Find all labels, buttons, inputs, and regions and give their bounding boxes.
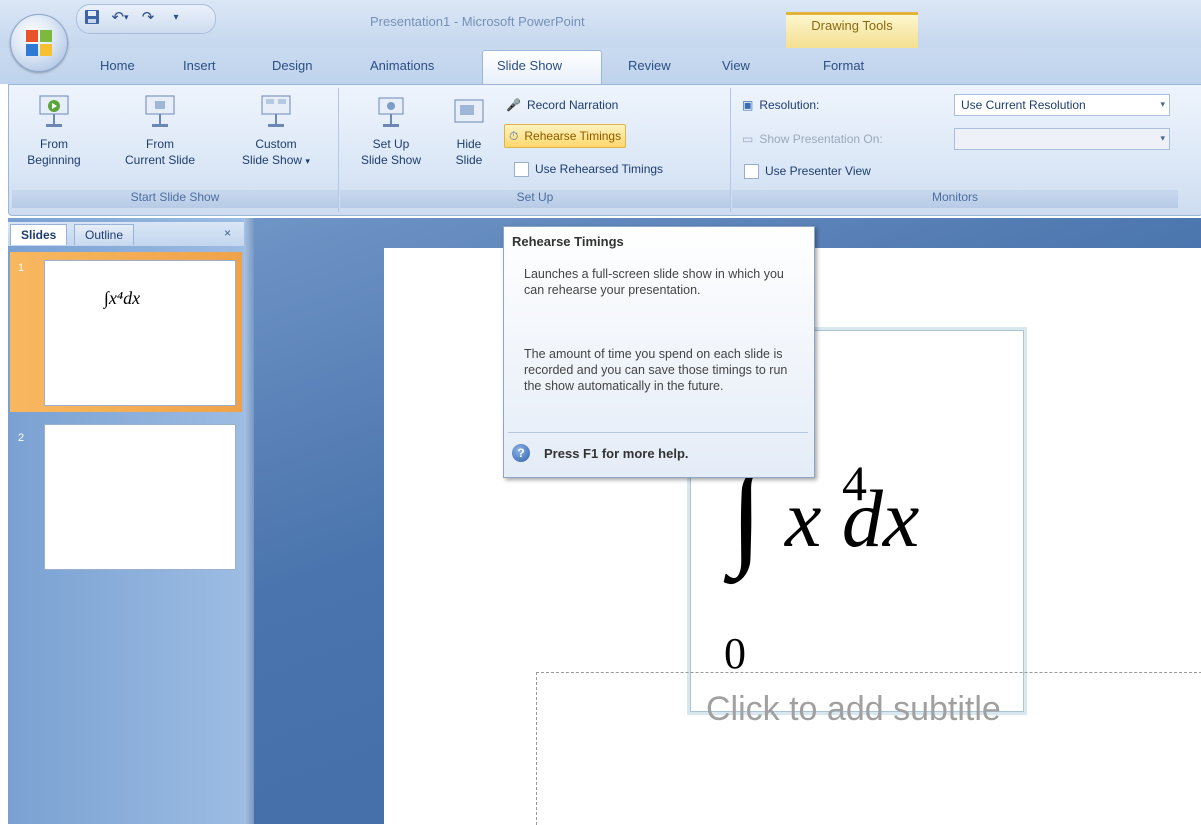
slide-thumbnail-1[interactable] (44, 260, 236, 406)
set-up-slide-show-button[interactable]: Set Up Slide Show (346, 94, 436, 168)
group-label: Monitors (732, 190, 1178, 208)
custom-slide-show-button[interactable]: Custom Slide Show ▾ (226, 94, 326, 169)
monitor-icon: ▣ (742, 98, 754, 112)
show-presentation-on-label-row: ▭ Show Presentation On: (738, 128, 887, 150)
undo-glyph: ↶ (111, 9, 125, 26)
from-beginning-button[interactable]: From Beginning (14, 94, 94, 168)
close-icon[interactable]: × (224, 226, 231, 240)
chevron-down-icon: ▾ (1160, 99, 1165, 109)
drawing-tools-label: Drawing Tools (811, 18, 893, 33)
slide-number: 1 (18, 262, 25, 274)
chevron-down-icon: ▾ (1160, 133, 1165, 143)
tab-slides[interactable]: Slides (10, 224, 68, 245)
custom-line2: Slide Show (242, 153, 303, 167)
save-icon[interactable] (82, 7, 102, 27)
hide-slide-icon (451, 94, 487, 130)
tab-slide-show[interactable]: Slide Show (497, 58, 562, 73)
show-presentation-on-select[interactable]: ▾ (954, 128, 1170, 150)
hide-line2: Slide (455, 153, 483, 167)
set-up-line2: Slide Show (360, 153, 422, 167)
rehearse-timings-label: Rehearse Timings (524, 129, 622, 143)
hide-line1: Hide (456, 137, 482, 151)
custom-show-icon (258, 94, 294, 130)
undo-dropdown-arrow[interactable]: ▾ (124, 12, 129, 23)
use-rehearsed-timings-checkbox[interactable]: Use Rehearsed Timings (510, 158, 667, 180)
from-beginning-line1: From (40, 137, 68, 151)
window-title: Presentation1 - Microsoft PowerPoint (370, 14, 585, 29)
resolution-value: Use Current Resolution (961, 98, 1086, 112)
rehearse-timings-button[interactable]: ⏱ Rehearse Timings (504, 124, 627, 148)
help-icon: ? (512, 444, 530, 462)
office-button[interactable] (10, 14, 68, 72)
from-current-line2: Current Slide (124, 153, 196, 167)
tooltip-paragraph: Launches a full-screen slide show in whi… (524, 267, 784, 297)
projector-play-icon (36, 94, 72, 130)
tab-format[interactable]: Format (823, 58, 864, 73)
customize-icon[interactable]: ▾ (166, 7, 186, 27)
tooltip-divider (508, 432, 808, 433)
tab-home[interactable]: Home (100, 58, 135, 73)
equation-exponent: 4 (842, 455, 867, 511)
tab-outline[interactable]: Outline (74, 224, 135, 245)
setup-projector-icon (373, 94, 409, 130)
resolution-select[interactable]: Use Current Resolution ▾ (954, 94, 1170, 116)
subtitle-placeholder[interactable]: Click to add subtitle (706, 690, 1001, 729)
tooltip-help-text: Press F1 for more help. (544, 446, 689, 461)
tab-design[interactable]: Design (272, 58, 312, 73)
pane-splitter[interactable] (244, 218, 254, 824)
from-current-slide-button[interactable]: From Current Slide (108, 94, 212, 168)
show-presentation-on-label: Show Presentation On: (759, 132, 883, 146)
checkbox-icon[interactable] (514, 161, 529, 177)
resolution-label-row: ▣ Resolution: (738, 94, 823, 116)
slide-number: 2 (18, 432, 25, 444)
from-beginning-line2: Beginning (27, 153, 81, 167)
group-label: Start Slide Show (12, 190, 338, 208)
quick-access-buttons: ↶ ▾ ↷ ▾ (82, 6, 186, 28)
tooltip-paragraph: The amount of time you spend on each sli… (524, 347, 788, 393)
custom-line1: Custom (255, 137, 297, 151)
tab-insert[interactable]: Insert (183, 58, 216, 73)
set-up-line1: Set Up (372, 137, 410, 151)
redo-icon[interactable]: ↷ (138, 7, 158, 27)
thumbnail-equation: ∫x⁴dx (104, 288, 141, 308)
projector-icon (142, 94, 178, 130)
record-narration-button[interactable]: 🎤 Record Narration (502, 94, 622, 116)
stopwatch-icon: ⏱ (509, 128, 519, 143)
undo-icon[interactable]: ↶ ▾ (110, 7, 130, 27)
checkbox-icon[interactable] (744, 163, 759, 179)
use-rehearsed-timings-label: Use Rehearsed Timings (535, 162, 664, 176)
tab-review[interactable]: Review (628, 58, 671, 73)
use-presenter-view-label: Use Presenter View (765, 164, 871, 178)
tooltip-title: Rehearse Timings (512, 234, 624, 249)
tab-animations[interactable]: Animations (370, 58, 434, 73)
from-current-line1: From (146, 137, 174, 151)
custom-dropdown-arrow[interactable]: ▾ (305, 156, 310, 166)
microphone-icon: 🎤 (506, 98, 521, 112)
slide-thumbnail-2[interactable] (44, 424, 236, 570)
group-label: Set Up (340, 190, 730, 208)
use-presenter-view-checkbox[interactable]: Use Presenter View (740, 160, 875, 182)
monitor-disabled-icon: ▭ (742, 132, 754, 146)
office-logo-icon (26, 30, 52, 56)
record-narration-label: Record Narration (526, 98, 619, 112)
resolution-label: Resolution: (759, 98, 820, 112)
hide-slide-button[interactable]: Hide Slide (444, 94, 494, 168)
tab-view[interactable]: View (722, 58, 750, 73)
